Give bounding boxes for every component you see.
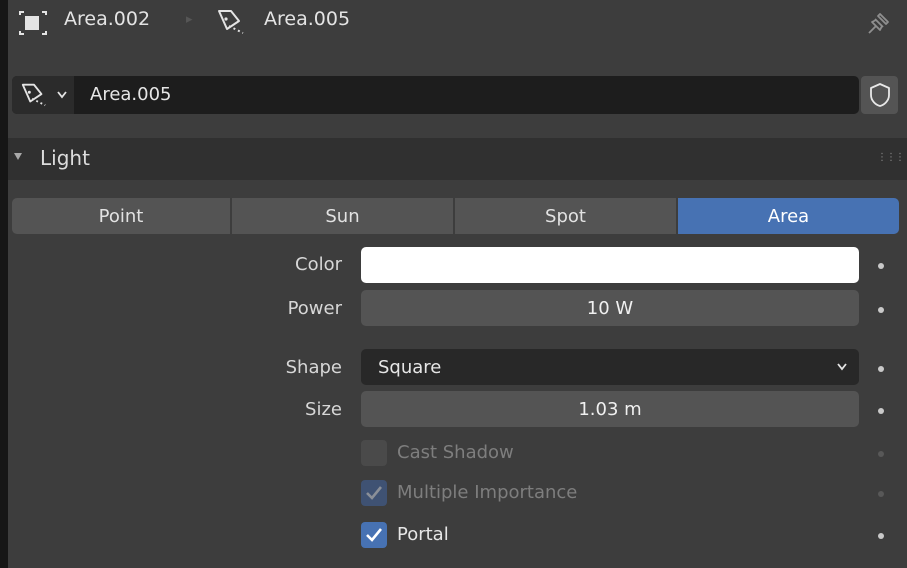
multiple-importance-label: Multiple Importance [397,482,578,503]
color-keyframe-dot[interactable] [878,263,884,269]
light-type-sun[interactable]: Sun [232,198,453,234]
shape-value: Square [378,356,442,378]
portal-keyframe-dot[interactable] [878,533,884,539]
cast-shadow-checkbox[interactable] [361,440,387,466]
cast-shadow-keyframe-dot[interactable] [878,451,884,457]
light-type-area[interactable]: Area [678,198,899,234]
power-keyframe-dot[interactable] [878,307,884,313]
breadcrumb-separator-icon: ▸ [186,12,193,27]
size-field[interactable]: 1.03 m [361,391,859,427]
light-type-point[interactable]: Point [12,198,230,234]
properties-editor: Area.002 ▸ Area.005 Area.005 Light ⋮⋮⋮⋮ … [0,0,907,568]
size-keyframe-dot[interactable] [878,408,884,414]
color-label: Color [295,254,342,275]
breadcrumb-light-name: Area.005 [264,8,351,30]
multiple-importance-keyframe-dot[interactable] [878,491,884,497]
shape-dropdown[interactable]: Square [361,349,859,385]
drag-handle-icon[interactable]: ⋮⋮⋮⋮ [877,152,907,163]
object-icon [19,11,47,35]
light-panel-header[interactable] [8,138,907,180]
color-swatch[interactable] [361,247,859,283]
datablock-browse-button[interactable] [12,76,74,114]
pin-icon[interactable] [866,10,892,36]
cast-shadow-label: Cast Shadow [397,442,514,463]
shape-keyframe-dot[interactable] [878,366,884,372]
breadcrumb-object-name: Area.002 [64,8,151,30]
size-label: Size [305,399,342,420]
checkmark-icon [366,528,383,542]
multiple-importance-checkbox[interactable] [361,480,387,506]
chevron-down-icon [837,363,847,371]
power-field[interactable]: 10 W [361,290,859,326]
shape-label: Shape [285,357,342,378]
area-light-icon [21,83,46,107]
chevron-down-icon [57,91,67,99]
fake-user-button[interactable] [861,76,898,114]
power-label: Power [287,298,342,319]
collapse-arrow-icon[interactable] [14,153,22,160]
portal-label: Portal [397,524,449,545]
checkmark-icon [366,486,383,500]
datablock-name: Area.005 [90,84,172,105]
light-type-spot[interactable]: Spot [455,198,676,234]
area-light-icon [218,10,244,34]
shield-icon [870,83,890,107]
portal-checkbox[interactable] [361,522,387,548]
panel-title: Light [40,146,90,170]
